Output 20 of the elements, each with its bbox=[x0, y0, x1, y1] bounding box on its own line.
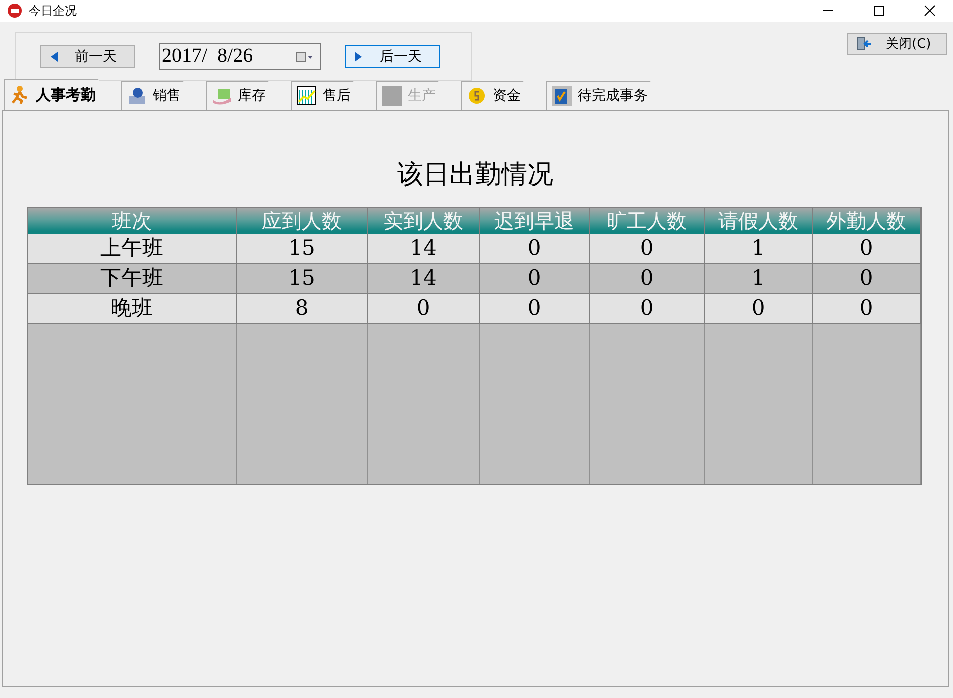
box-hand-icon bbox=[212, 86, 232, 106]
left-arrow-icon bbox=[49, 50, 59, 62]
close-button[interactable]: 关闭(C) bbox=[847, 33, 947, 55]
maximize-icon[interactable] bbox=[873, 5, 885, 17]
door-exit-icon bbox=[856, 36, 872, 52]
date-field[interactable]: 2017/ 8/26 bbox=[159, 43, 321, 70]
checklist-icon bbox=[552, 86, 572, 106]
calendar-dropdown-icon[interactable] bbox=[296, 50, 314, 62]
person-running-icon bbox=[10, 85, 30, 105]
chart-icon bbox=[297, 86, 317, 106]
globe-computer-icon bbox=[127, 86, 147, 106]
square-icon bbox=[382, 86, 402, 106]
next-day-button[interactable]: 后一天 bbox=[345, 45, 440, 68]
previous-day-button[interactable]: 前一天 bbox=[40, 45, 135, 68]
close-icon[interactable] bbox=[924, 5, 936, 17]
right-arrow-icon bbox=[354, 50, 364, 62]
app-icon bbox=[8, 4, 22, 18]
coin-icon bbox=[467, 86, 487, 106]
window-title: 今日企况 bbox=[29, 2, 77, 20]
panel-title: 该日出勤情况 bbox=[398, 159, 554, 192]
